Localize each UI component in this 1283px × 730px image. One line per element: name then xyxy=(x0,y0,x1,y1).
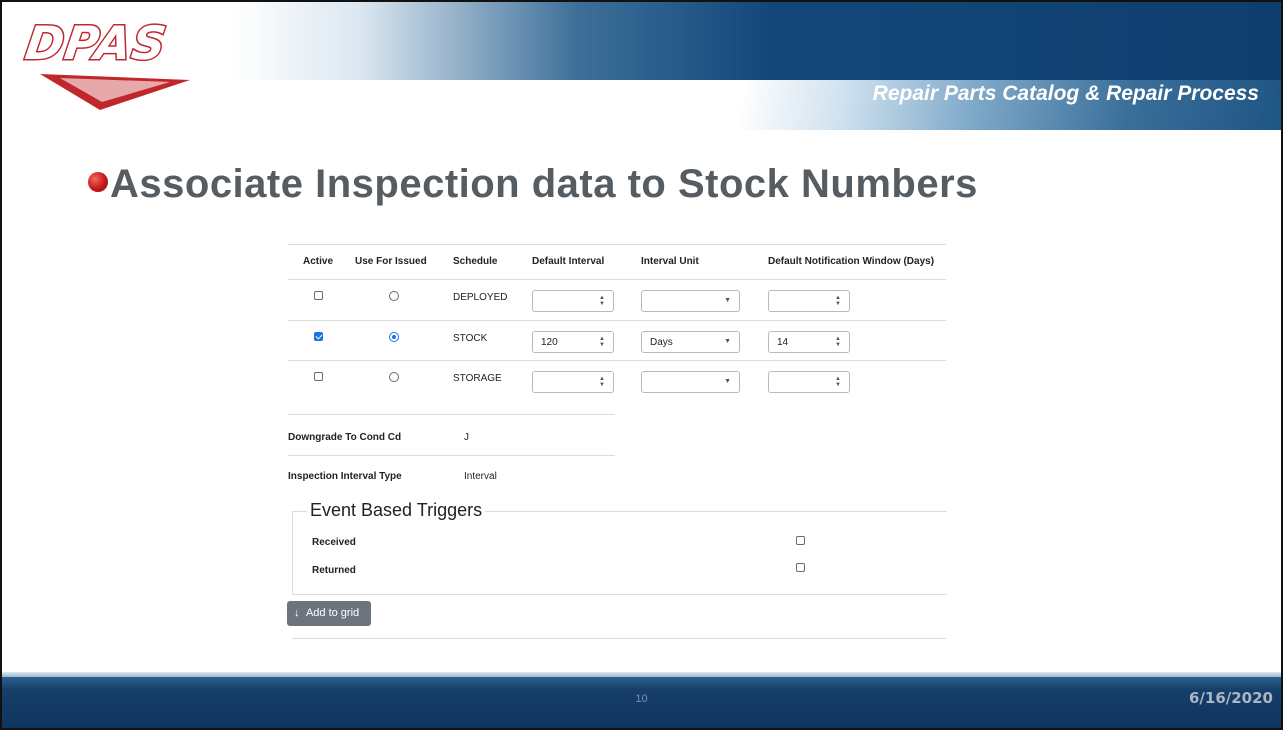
schedule-cell: STORAGE xyxy=(453,373,502,384)
chevron-down-icon: ▼ xyxy=(724,378,731,385)
downgrade-value: J xyxy=(464,432,469,443)
default-interval-value: 120 xyxy=(541,337,558,348)
active-checkbox-deployed[interactable] xyxy=(314,291,323,300)
row-divider xyxy=(288,320,946,321)
spinner-arrows-icon[interactable]: ▲ ▼ xyxy=(835,336,841,348)
interval-unit-value: Days xyxy=(650,337,673,348)
spinner-arrows-icon[interactable]: ▲ ▼ xyxy=(835,376,841,388)
footer-bar: 10 6/16/2020 xyxy=(2,677,1281,728)
fields-top-rule xyxy=(288,414,615,415)
add-to-grid-button[interactable]: ↓ Add to grid xyxy=(287,601,371,626)
interval-type-value: Interval xyxy=(464,471,497,482)
schedule-cell: DEPLOYED xyxy=(453,292,508,303)
column-header-use-for-issued: Use For Issued xyxy=(355,256,427,267)
logo-text: DPAS xyxy=(21,15,172,72)
returned-checkbox[interactable] xyxy=(796,563,805,572)
schedule-cell: STOCK xyxy=(453,333,488,344)
row-divider xyxy=(288,360,946,361)
spinner-arrows-icon[interactable]: ▲ ▼ xyxy=(599,376,605,388)
received-checkbox[interactable] xyxy=(796,536,805,545)
downgrade-label: Downgrade To Cond Cd xyxy=(288,432,402,443)
interval-unit-select-storage[interactable]: ▼ xyxy=(641,371,740,393)
table-top-rule xyxy=(288,244,946,245)
arrow-down-icon: ↓ xyxy=(294,607,300,619)
spinner-arrows-icon[interactable]: ▲ ▼ xyxy=(599,295,605,307)
page-title: Associate Inspection data to Stock Numbe… xyxy=(110,162,978,206)
slide-frame: DPAS Repair Parts Catalog & Repair Proce… xyxy=(0,0,1283,730)
column-header-schedule: Schedule xyxy=(453,256,498,267)
bullet-dot-icon xyxy=(88,172,108,192)
form-bottom-rule xyxy=(292,638,946,639)
use-for-issued-radio-deployed[interactable] xyxy=(389,291,399,301)
default-interval-input-storage[interactable]: ▲ ▼ xyxy=(532,371,614,393)
spinner-arrows-icon[interactable]: ▲ ▼ xyxy=(599,336,605,348)
notification-window-value: 14 xyxy=(777,337,789,348)
active-checkbox-storage[interactable] xyxy=(314,372,323,381)
fields-divider xyxy=(288,455,615,456)
event-triggers-fieldset xyxy=(292,511,947,595)
slide-number: 10 xyxy=(635,693,648,705)
table-header-rule xyxy=(288,279,946,280)
interval-unit-select-stock[interactable]: Days ▼ xyxy=(641,331,740,353)
column-header-interval-unit: Interval Unit xyxy=(641,256,699,267)
default-interval-input-deployed[interactable]: ▲ ▼ xyxy=(532,290,614,312)
active-checkbox-stock[interactable] xyxy=(314,332,323,341)
notification-window-input-stock[interactable]: 14 ▲ ▼ xyxy=(768,331,850,353)
received-label: Received xyxy=(312,537,356,548)
chevron-down-icon: ▼ xyxy=(724,297,731,304)
notification-window-input-storage[interactable]: ▲ ▼ xyxy=(768,371,850,393)
column-header-active: Active xyxy=(303,256,334,267)
spinner-arrows-icon[interactable]: ▲ ▼ xyxy=(835,295,841,307)
chevron-down-icon: ▼ xyxy=(724,338,731,345)
add-to-grid-label: Add to grid xyxy=(305,607,360,619)
use-for-issued-radio-stock[interactable] xyxy=(389,332,399,342)
dpas-logo: DPAS xyxy=(21,15,206,110)
slide-date: 6/16/2020 xyxy=(1188,689,1273,707)
event-triggers-legend: Event Based Triggers xyxy=(307,500,486,521)
notification-window-input-deployed[interactable]: ▲ ▼ xyxy=(768,290,850,312)
column-header-notification-window: Default Notification Window (Days) xyxy=(768,256,935,267)
header-subtitle: Repair Parts Catalog & Repair Process xyxy=(872,82,1259,105)
column-header-default-interval: Default Interval xyxy=(532,256,605,267)
default-interval-input-stock[interactable]: 120 ▲ ▼ xyxy=(532,331,614,353)
interval-type-label: Inspection Interval Type xyxy=(288,471,402,482)
logo-swoosh-icon xyxy=(40,74,190,110)
interval-unit-select-deployed[interactable]: ▼ xyxy=(641,290,740,312)
returned-label: Returned xyxy=(312,565,356,576)
use-for-issued-radio-storage[interactable] xyxy=(389,372,399,382)
